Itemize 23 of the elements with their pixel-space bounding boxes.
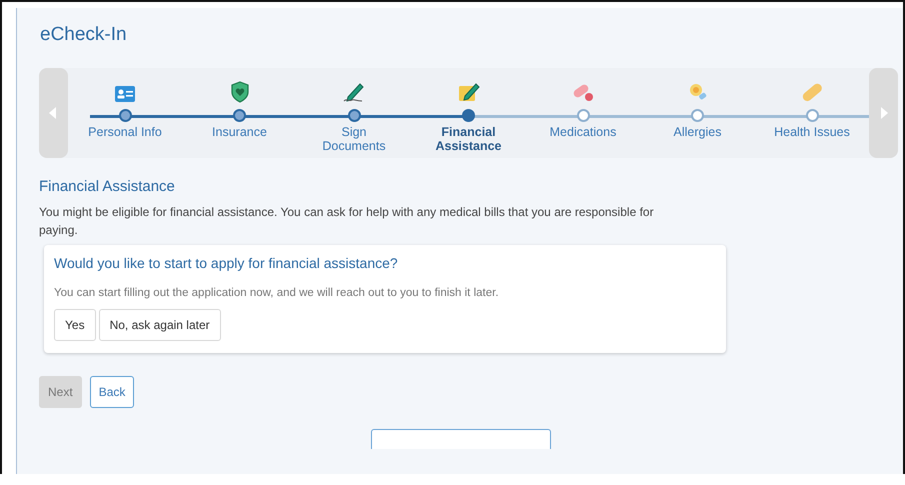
- answer-button[interactable]: No, ask again later: [98, 309, 221, 341]
- page-title: eCheck-In: [40, 24, 128, 46]
- nav-button[interactable]: Back: [90, 376, 134, 408]
- right-arrow-icon: [880, 107, 888, 119]
- previous-arrow-button[interactable]: [39, 68, 68, 158]
- next-arrow-button[interactable]: [869, 68, 898, 158]
- step-tab[interactable]: Medications: [538, 125, 628, 139]
- step-tab[interactable]: Allergies: [652, 125, 742, 139]
- id-card-icon: [114, 85, 136, 103]
- step-tab[interactable]: Sign Documents: [309, 125, 399, 153]
- section-description: You might be eligible for financial assistance. You can ask for help with any medical bills that you are responsible for paying.: [39, 204, 655, 239]
- step-tab[interactable]: Insurance: [194, 125, 284, 139]
- question-text: Would you like to start to apply for financial assistance?: [54, 255, 399, 271]
- shield-heart-icon: [230, 81, 248, 103]
- left-arrow-icon: [49, 107, 58, 119]
- step-tab[interactable]: Personal Info: [80, 125, 170, 139]
- hint-text: You can start filling out the application now, and we will reach out to you to finish it later.: [54, 287, 500, 299]
- step-tab[interactable]: Financial Assistance: [424, 125, 514, 153]
- note-pencil-icon: [456, 81, 480, 103]
- section-heading: Financial Assistance: [39, 178, 176, 195]
- step-tab[interactable]: Health Issues: [767, 125, 857, 139]
- pen-signature-icon: [342, 81, 366, 103]
- answer-button[interactable]: Yes: [54, 309, 96, 341]
